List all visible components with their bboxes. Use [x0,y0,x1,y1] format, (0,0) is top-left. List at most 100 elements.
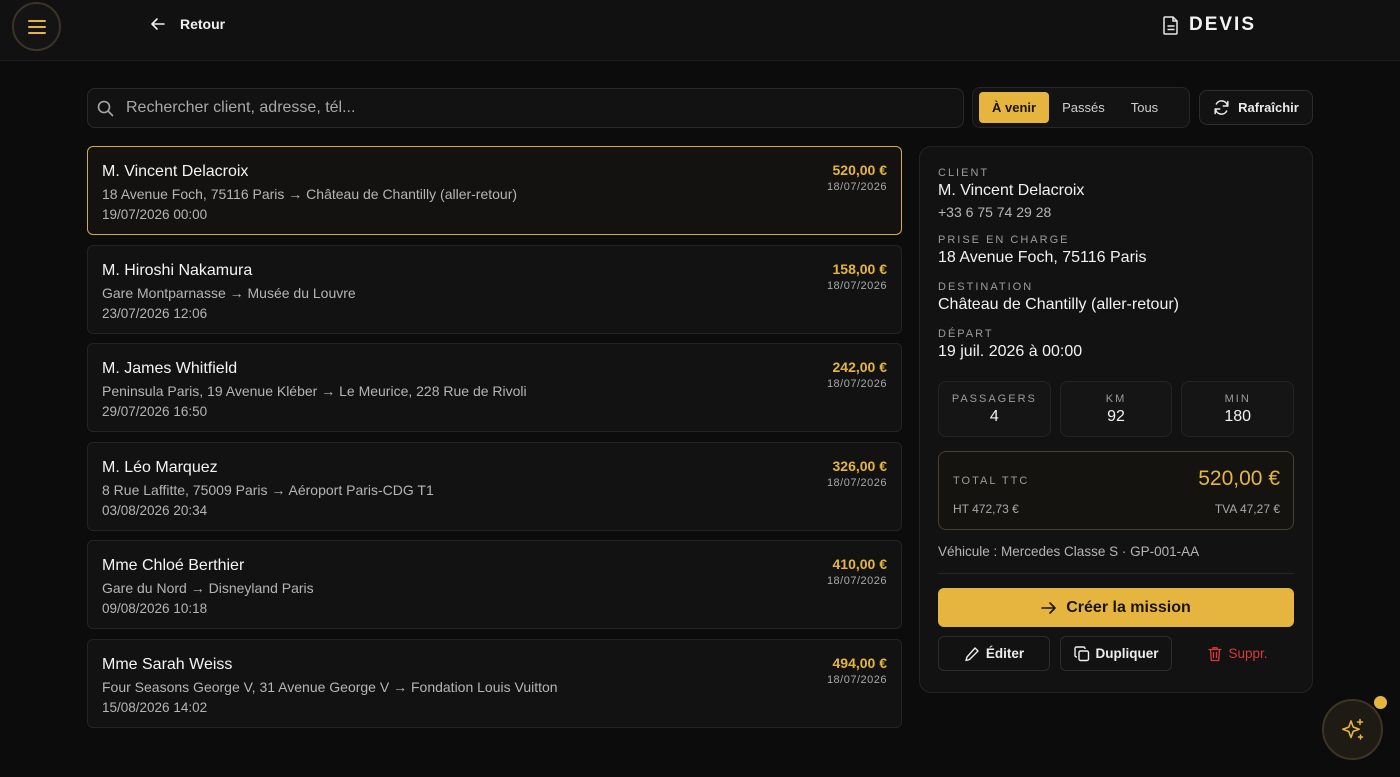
pickup-address: 18 Avenue Foch, 75116 Paris [938,249,1147,266]
filter-past[interactable]: Passés [1049,92,1118,123]
pickup-section: PRISE EN CHARGE 18 Avenue Foch, 75116 Pa… [938,234,1294,267]
quote-datetime: 19/07/2026 00:00 [102,207,208,222]
create-mission-button[interactable]: Créer la mission [938,588,1294,627]
total-box: TOTAL TTC 520,00 € HT 472,73 € TVA 47,27… [938,451,1294,530]
quote-card[interactable]: M. James Whitfield Peninsula Paris, 19 A… [87,343,902,433]
create-mission-label: Créer la mission [1066,598,1191,616]
quote-created-date: 18/07/2026 [826,181,887,193]
refresh-icon [1214,100,1229,115]
notification-dot [1374,696,1387,709]
edit-button[interactable]: Éditer [938,636,1050,671]
departure-section: DÉPART 19 juil. 2026 à 00:00 [938,328,1294,361]
quote-datetime: 09/08/2026 10:18 [102,601,208,617]
trip-stats: PASSAGERS 4 KM 92 MIN 180 [938,381,1295,437]
quote-amount: 494,00 € [832,654,888,671]
vehicle-info: Véhicule : Mercedes Classe S · GP-001-AA [938,544,1294,574]
copy-icon [1073,645,1089,661]
page-title: DEVIS [1163,13,1256,37]
quote-amount: 520,00 € [832,162,888,178]
refresh-button[interactable]: Rafraîchir [1199,90,1313,125]
quote-route: Four Seasons George V, 31 Avenue George … [102,678,558,695]
quote-route: Peninsula Paris, 19 Avenue Kléber → Le M… [102,383,527,400]
quote-amount: 326,00 € [832,457,888,474]
quote-card[interactable]: Mme Chloé Berthier Gare du Nord → Disney… [87,540,902,630]
back-button[interactable]: Retour [150,13,225,35]
menu-button[interactable] [12,2,61,51]
quote-card[interactable]: Mme Sarah Weiss Four Seasons George V, 3… [87,638,902,728]
top-bar: Retour DEVIS [0,0,1400,61]
filter-all[interactable]: Tous [1118,92,1171,123]
total-ht: HT 472,73 € [953,502,1019,516]
quote-created-date: 18/07/2026 [826,575,887,588]
client-name: M. Vincent Delacroix [938,182,1085,199]
pencil-icon [965,646,979,661]
page-title-text: DEVIS [1188,14,1256,35]
duplicate-label: Dupliquer [1095,646,1159,661]
quote-detail-panel: CLIENT M. Vincent Delacroix +33 6 75 74 … [919,146,1313,693]
total-amount: 520,00 € [1198,467,1280,490]
client-phone[interactable]: +33 6 75 74 29 28 [938,204,1294,220]
quote-price-block: 410,00 € 18/07/2026 [827,556,887,587]
quote-actions: Éditer Dupliquer Suppr. [938,636,1294,671]
ai-assistant-button[interactable] [1322,699,1383,760]
quote-amount: 158,00 € [832,260,888,277]
quote-client-name: M. Vincent Delacroix [102,163,249,180]
total-label: TOTAL TTC [953,475,1030,487]
stat-label: MIN [1224,393,1251,405]
quote-card[interactable]: M. Vincent Delacroix 18 Avenue Foch, 751… [87,146,902,235]
quote-datetime: 03/08/2026 20:34 [102,502,208,518]
arrow-left-icon [151,18,165,30]
quote-price-block: 242,00 € 18/07/2026 [827,359,887,390]
search-bar[interactable] [87,88,964,128]
quote-card[interactable]: M. Léo Marquez 8 Rue Laffitte, 75009 Par… [87,441,902,531]
quote-client-name: M. Hiroshi Nakamura [102,261,253,279]
quote-datetime: 23/07/2026 12:06 [102,305,208,321]
quote-route: 8 Rue Laffitte, 75009 Paris → Aéroport P… [102,481,434,498]
filter-upcoming[interactable]: À venir [979,92,1050,123]
quote-list: M. Vincent Delacroix 18 Avenue Foch, 751… [87,146,902,738]
destination-label: DESTINATION [938,281,1034,293]
quote-price-block: 520,00 € 18/07/2026 [827,162,887,193]
search-input[interactable] [126,99,926,117]
quote-amount: 242,00 € [832,359,888,376]
stat-value: 92 [1107,408,1125,425]
delete-button[interactable]: Suppr. [1182,636,1294,671]
quote-amount: 410,00 € [832,556,888,573]
stat-minutes: MIN 180 [1181,381,1295,437]
refresh-label: Rafraîchir [1238,100,1299,115]
quote-client-name: M. Léo Marquez [102,458,218,476]
quote-route: Gare du Nord → Disneyland Paris [102,580,314,597]
quote-card[interactable]: M. Hiroshi Nakamura Gare Montparnasse → … [87,244,902,334]
delete-label: Suppr. [1228,646,1268,661]
departure-label: DÉPART [938,328,994,340]
quote-created-date: 18/07/2026 [826,378,887,391]
stat-km: KM 92 [1059,381,1173,437]
quote-client-name: M. James Whitfield [102,360,238,378]
quote-client-name: Mme Chloé Berthier [102,557,245,575]
sparkles-icon [1341,718,1363,740]
duplicate-button[interactable]: Dupliquer [1060,636,1172,671]
edit-label: Éditer [985,646,1025,661]
client-label: CLIENT [938,167,990,179]
quote-price-block: 494,00 € 18/07/2026 [827,655,887,686]
quote-created-date: 18/07/2026 [826,673,887,686]
client-section: CLIENT M. Vincent Delacroix +33 6 75 74 … [938,167,1294,220]
trash-icon [1208,646,1223,661]
destination-address: Château de Chantilly (aller-retour) [938,296,1179,313]
pickup-label: PRISE EN CHARGE [938,234,1070,246]
search-icon [97,100,114,116]
quote-route: Gare Montparnasse → Musée du Louvre [102,284,356,301]
menu-icon [27,19,46,34]
quote-datetime: 15/08/2026 14:02 [102,699,208,715]
document-icon [1163,15,1178,35]
quote-price-block: 158,00 € 18/07/2026 [827,261,887,292]
quote-price-block: 326,00 € 18/07/2026 [827,458,887,489]
stat-label: PASSAGERS [951,393,1037,405]
quote-route: 18 Avenue Foch, 75116 Paris → Château de… [102,186,518,202]
filter-tabs: À venir Passés Tous [972,87,1190,128]
stat-value: 4 [989,408,999,425]
arrow-right-icon [1041,601,1057,614]
quote-datetime: 29/07/2026 16:50 [102,404,208,420]
departure-datetime: 19 juil. 2026 à 00:00 [938,343,1083,360]
total-tva: TVA 47,27 € [1214,502,1280,516]
